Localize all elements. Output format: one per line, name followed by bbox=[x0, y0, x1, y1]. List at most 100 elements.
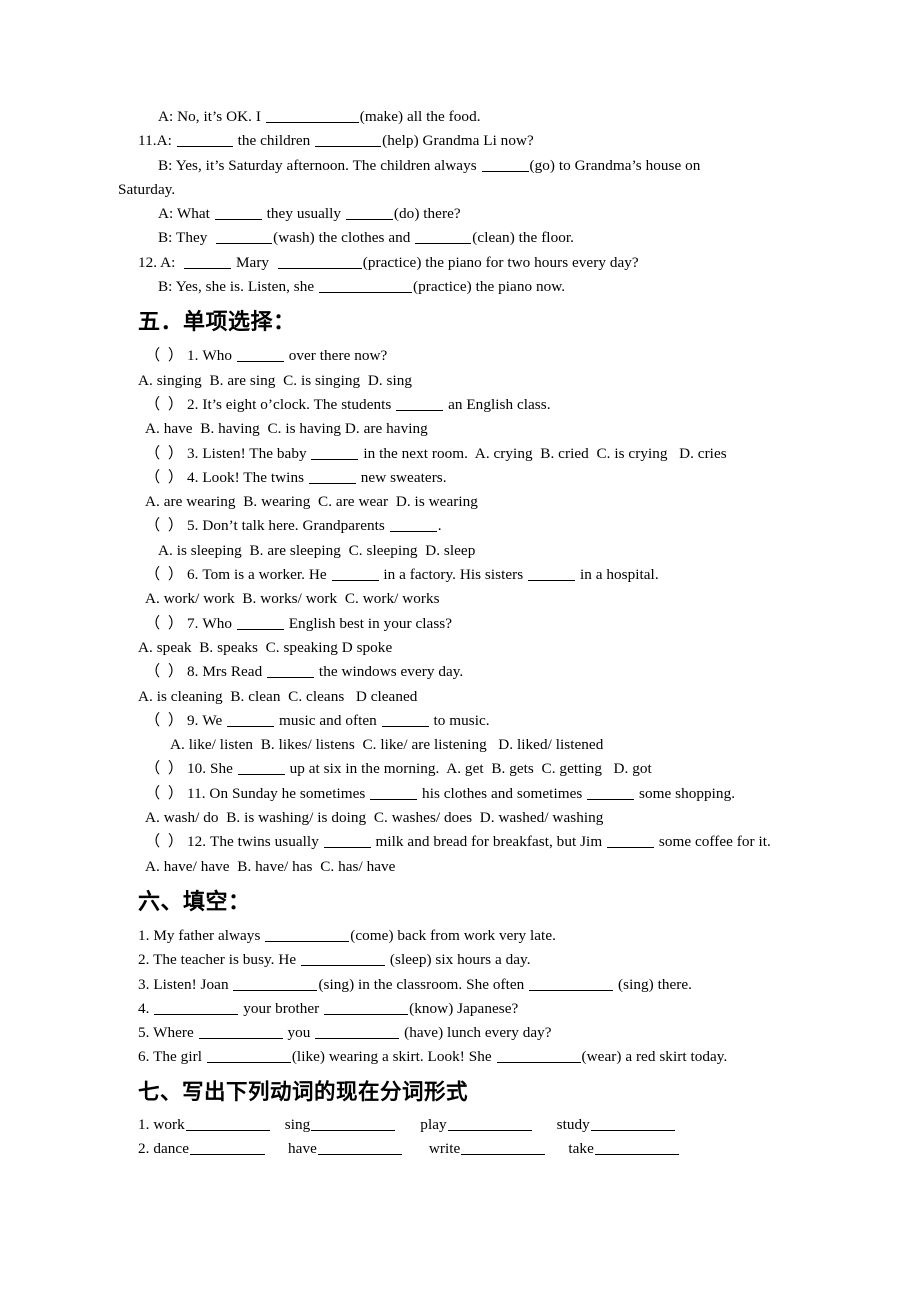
answer-blank[interactable] bbox=[311, 1118, 396, 1131]
text: (go) to Grandma’s house on bbox=[529, 156, 701, 174]
text: (practice) the piano for two hours every… bbox=[362, 253, 639, 271]
participle-row-1: 1. work sing play study bbox=[138, 1113, 787, 1137]
text: in a factory. His sisters bbox=[379, 566, 528, 584]
fill-item-6: 6. The girl (like) wearing a skirt. Look… bbox=[138, 1045, 787, 1069]
answer-blank[interactable] bbox=[324, 1002, 409, 1015]
answer-blank[interactable] bbox=[227, 713, 275, 727]
text: 12. A: bbox=[138, 253, 184, 271]
mc-question-2: （ ） 2. It’s eight o’clock. The students … bbox=[138, 393, 787, 417]
mc-question-7: （ ） 7. Who English best in your class? bbox=[138, 612, 787, 636]
text: in a hospital. bbox=[576, 566, 659, 584]
answer-blank[interactable] bbox=[396, 397, 444, 411]
mc-options-9: A. like/ listen B. likes/ listens C. lik… bbox=[170, 736, 604, 754]
answer-blank[interactable] bbox=[389, 518, 437, 533]
answer-blank[interactable] bbox=[481, 158, 529, 172]
answer-blank[interactable] bbox=[319, 279, 413, 294]
answer-blank[interactable] bbox=[185, 1118, 270, 1131]
answer-blank[interactable] bbox=[317, 1142, 402, 1155]
mc-options-6: A. work/ work B. works/ work C. work/ wo… bbox=[145, 590, 440, 608]
answer-blank[interactable] bbox=[184, 255, 232, 269]
text: （ ） 9. We bbox=[145, 711, 227, 729]
text: 2. The teacher is busy. He bbox=[138, 951, 301, 969]
dialogue-line-12a: 12. A: Mary (practice) the piano for two… bbox=[138, 251, 787, 275]
answer-blank[interactable] bbox=[315, 1026, 400, 1040]
mc-question-5: （ ） 5. Don’t talk here. Grandparents . bbox=[138, 514, 787, 538]
section-heading-five: 五．单项选择： bbox=[138, 310, 296, 336]
dialogue-line-10b: A: No, it’s OK. I (make) all the food. bbox=[138, 105, 787, 129]
section-seven-rows: 1. work sing play study 2. dance have write ta… bbox=[138, 1113, 787, 1162]
mc-options-11: A. wash/ do B. is washing/ is doing C. w… bbox=[145, 809, 604, 827]
answer-blank[interactable] bbox=[315, 133, 382, 148]
section-six-items: 1. My father always (come) back from wor… bbox=[138, 924, 787, 1070]
answer-blank[interactable] bbox=[528, 567, 576, 582]
answer-blank[interactable] bbox=[237, 761, 285, 776]
text: （ ） 11. On Sunday he sometimes bbox=[145, 784, 370, 802]
answer-blank[interactable] bbox=[415, 230, 472, 245]
answer-blank[interactable] bbox=[277, 255, 362, 269]
text: 1. bbox=[138, 1115, 154, 1133]
text: （ ） 7. Who bbox=[145, 614, 236, 632]
answer-blank[interactable] bbox=[381, 713, 429, 727]
answer-blank[interactable] bbox=[301, 953, 386, 967]
mc-options-8: A. is cleaning B. clean C. cleans D clea… bbox=[138, 687, 418, 705]
answer-blank[interactable] bbox=[587, 786, 635, 800]
dialogue-line-11a: 11.A: the children (help) Grandma Li now… bbox=[138, 129, 787, 153]
text: 11.A: bbox=[138, 132, 176, 150]
text: some shopping. bbox=[635, 784, 736, 802]
text: （ ） 6. Tom is a worker. He bbox=[145, 566, 331, 584]
answer-blank[interactable] bbox=[176, 133, 233, 148]
text: (sing) in the classroom. She often bbox=[318, 975, 529, 993]
answer-blank[interactable] bbox=[607, 834, 655, 849]
text: (come) back from work very late. bbox=[350, 926, 556, 944]
text: B: Yes, she is. Listen, she bbox=[158, 278, 319, 296]
answer-blank[interactable] bbox=[331, 567, 379, 582]
answer-blank[interactable] bbox=[190, 1142, 266, 1155]
answer-blank[interactable] bbox=[233, 978, 318, 991]
answer-blank[interactable] bbox=[265, 109, 359, 123]
text: the windows every day. bbox=[315, 663, 464, 681]
answer-blank[interactable] bbox=[265, 929, 350, 942]
text: （ ） 1. Who bbox=[145, 347, 236, 365]
answer-blank[interactable] bbox=[529, 978, 614, 991]
text: new sweaters. bbox=[356, 468, 447, 486]
verb-word: have bbox=[288, 1139, 317, 1157]
answer-blank[interactable] bbox=[206, 1050, 291, 1064]
text: an English class. bbox=[444, 395, 551, 413]
answer-blank[interactable] bbox=[496, 1050, 581, 1064]
dialogue-line-12b: B: Yes, she is. Listen, she (practice) t… bbox=[138, 275, 787, 299]
answer-blank[interactable] bbox=[308, 470, 356, 484]
text: music and often bbox=[275, 711, 381, 729]
answer-blank[interactable] bbox=[267, 664, 315, 679]
answer-blank[interactable] bbox=[447, 1118, 532, 1131]
answer-blank[interactable] bbox=[323, 834, 371, 849]
text: 1. My father always bbox=[138, 926, 265, 944]
mc-question-6: （ ） 6. Tom is a worker. He in a factory.… bbox=[138, 563, 787, 587]
mc-options-12: A. have/ have B. have/ has C. has/ have bbox=[145, 857, 396, 875]
answer-blank[interactable] bbox=[311, 446, 359, 460]
text: （ ） 2. It’s eight o’clock. The students bbox=[145, 395, 396, 413]
answer-blank[interactable] bbox=[345, 206, 393, 221]
answer-blank[interactable] bbox=[214, 206, 262, 221]
text: 5. Where bbox=[138, 1024, 198, 1042]
text: （ ） 5. Don’t talk here. Grandparents bbox=[145, 517, 389, 535]
section-five-questions: （ ） 1. Who over there now? A. singing B.… bbox=[138, 344, 787, 879]
text: his clothes and sometimes bbox=[418, 784, 587, 802]
answer-blank[interactable] bbox=[154, 1002, 239, 1015]
answer-blank[interactable] bbox=[370, 786, 418, 800]
answer-blank[interactable] bbox=[216, 230, 273, 245]
text: some coffee for it. bbox=[655, 833, 771, 851]
mc-question-12: （ ） 12. The twins usually milk and bread… bbox=[138, 830, 787, 854]
answer-blank[interactable] bbox=[461, 1142, 546, 1155]
text: 2. bbox=[138, 1139, 154, 1157]
mc-options-2: A. have B. having C. is having D. are ha… bbox=[145, 420, 428, 438]
fill-item-3: 3. Listen! Joan (sing) in the classroom.… bbox=[138, 973, 787, 997]
answer-blank[interactable] bbox=[590, 1118, 675, 1131]
answer-blank[interactable] bbox=[594, 1142, 679, 1155]
answer-blank[interactable] bbox=[198, 1026, 283, 1040]
mc-options-1: A. singing B. are sing C. is singing D. … bbox=[138, 371, 413, 389]
answer-blank[interactable] bbox=[236, 616, 284, 630]
text: B: They bbox=[158, 229, 216, 247]
text: (know) Japanese? bbox=[409, 999, 519, 1017]
answer-blank[interactable] bbox=[236, 348, 284, 363]
text: （ ） 8. Mrs Read bbox=[145, 663, 267, 681]
